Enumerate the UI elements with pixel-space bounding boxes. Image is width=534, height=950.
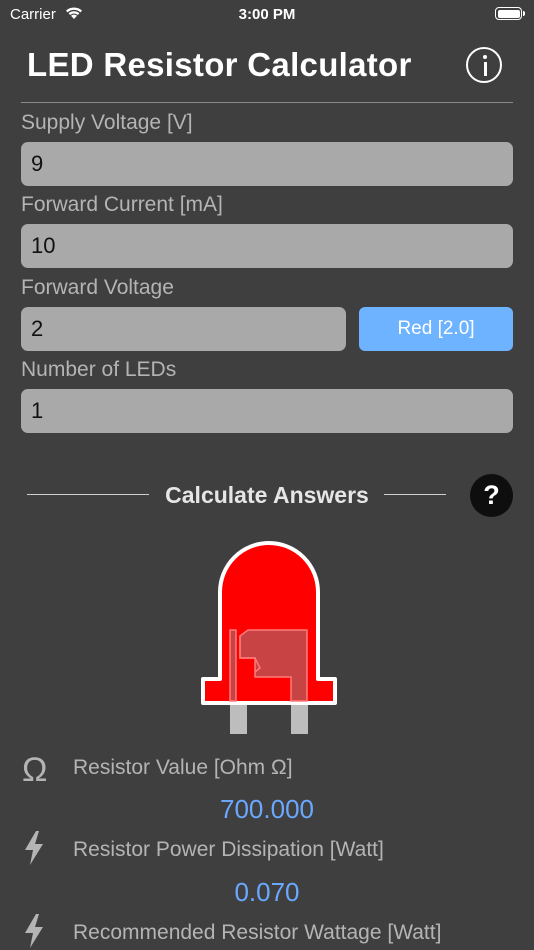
power-dissipation-label: Resistor Power Dissipation [Watt] — [73, 838, 384, 861]
battery-icon — [495, 7, 525, 20]
lightning-icon — [25, 914, 43, 948]
forward-voltage-field[interactable]: 2 — [21, 307, 346, 351]
supply-voltage-label: Supply Voltage [V] — [21, 111, 193, 134]
power-dissipation-value: 0.070 — [234, 877, 300, 907]
calculate-button[interactable]: Calculate Answers — [0, 474, 534, 514]
ohm-icon: Ω — [22, 751, 48, 789]
num-leds-label: Number of LEDs — [21, 358, 177, 381]
clock: 3:00 PM — [238, 6, 296, 23]
forward-voltage-label: Forward Voltage — [21, 276, 174, 299]
resistor-value: 700.000 — [220, 794, 314, 824]
calculate-label: Calculate Answers — [165, 482, 369, 508]
led-illustration — [201, 541, 337, 734]
calculate-right-line — [384, 494, 446, 495]
num-leds-field[interactable]: 1 — [21, 389, 513, 433]
resistor-value-label: Resistor Value [Ohm Ω] — [73, 756, 293, 779]
help-button[interactable]: ? — [470, 474, 513, 517]
info-icon[interactable] — [466, 47, 502, 83]
forward-current-label: Forward Current [mA] — [21, 193, 223, 216]
page-title: LED Resistor Calculator — [27, 46, 412, 83]
forward-current-field[interactable]: 10 — [21, 224, 513, 268]
supply-voltage-field[interactable]: 9 — [21, 142, 513, 186]
lightning-icon — [25, 831, 43, 865]
led-color-preset-button[interactable]: Red [2.0] — [359, 307, 513, 351]
recommended-wattage-label: Recommended Resistor Wattage [Watt] — [73, 921, 442, 944]
header-divider — [21, 102, 513, 103]
status-bar: Carrier 3:00 PM — [0, 0, 534, 30]
